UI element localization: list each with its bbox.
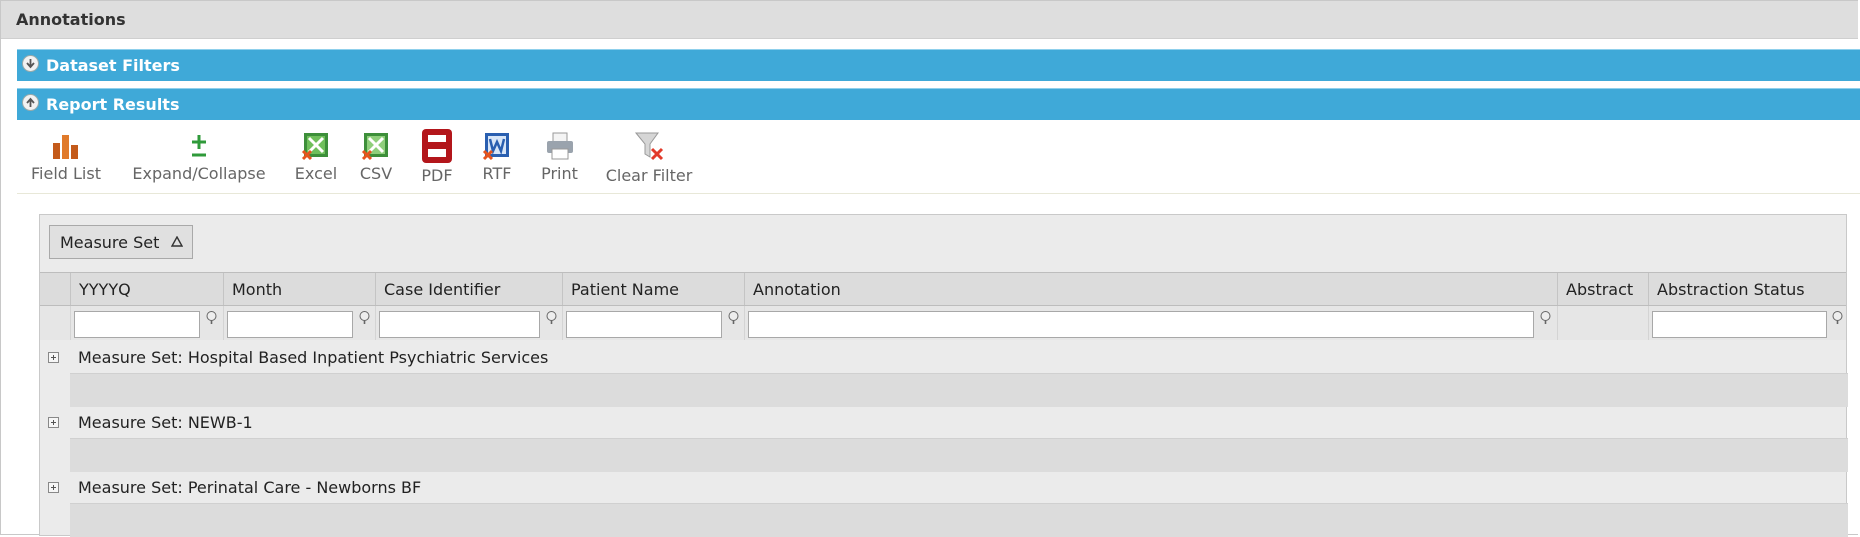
column-header-row: YYYYQ Month Case Identifier Patient Name… [40, 272, 1846, 306]
yyyyq-filter-input[interactable] [74, 311, 200, 338]
panel-title: Annotations [16, 10, 126, 29]
filter-cell-annotation [744, 306, 1557, 340]
group-body [70, 503, 1848, 537]
filter-icon[interactable] [1831, 311, 1844, 325]
expand-collapse-button[interactable]: Expand/Collapse [129, 121, 269, 193]
dataset-filters-header[interactable]: Dataset Filters [17, 49, 1860, 81]
filter-icon[interactable] [545, 311, 558, 325]
panel-title-bar: Annotations [1, 1, 1858, 39]
column-header-abstraction-status[interactable]: Abstraction Status [1648, 273, 1846, 305]
filter-icon[interactable] [205, 311, 218, 325]
column-header-label: Case Identifier [384, 280, 501, 299]
annotations-panel: Annotations Dataset Filters Report Resul… [0, 0, 1860, 537]
filter-icon[interactable] [727, 311, 740, 325]
filter-row [40, 306, 1846, 340]
report-results-label: Report Results [46, 95, 180, 114]
results-grid: Measure Set YYYYQ Month Case Identifier … [39, 214, 1848, 537]
group-row[interactable]: Measure Set: Hospital Based Inpatient Ps… [40, 343, 1846, 373]
group-row-label: Measure Set: NEWB-1 [78, 413, 253, 432]
print-icon [546, 132, 573, 160]
field-list-button[interactable]: Field List [31, 121, 101, 193]
print-label: Print [541, 164, 578, 183]
rtf-export-button[interactable]: RTF [472, 121, 522, 193]
expand-plus-icon[interactable] [48, 417, 59, 428]
group-row-label: Measure Set: Hospital Based Inpatient Ps… [78, 348, 549, 367]
column-header-label: Abstract [1566, 280, 1634, 299]
excel-label: Excel [294, 164, 338, 183]
column-header-yyyyq[interactable]: YYYYQ [70, 273, 223, 305]
csv-export-button[interactable]: CSV [351, 121, 401, 193]
expand-down-icon[interactable] [22, 55, 39, 72]
column-header-label: Month [232, 280, 283, 299]
expand-collapse-icon [192, 135, 206, 157]
print-button[interactable]: Print [532, 121, 587, 193]
month-filter-input[interactable] [227, 311, 353, 338]
rtf-icon [482, 133, 509, 161]
report-toolbar: Field List Expand/Collapse Excel CSV PDF… [17, 121, 1860, 194]
filter-icon[interactable] [358, 311, 371, 325]
collapse-up-icon[interactable] [22, 94, 39, 111]
column-header-label: Abstraction Status [1657, 280, 1805, 299]
column-header-label: YYYYQ [79, 280, 131, 299]
sort-ascending-icon [171, 236, 183, 247]
csv-label: CSV [359, 164, 393, 183]
abstraction-status-filter-input[interactable] [1652, 311, 1827, 338]
column-header-label: Annotation [753, 280, 841, 299]
excel-export-button[interactable]: Excel [291, 121, 341, 193]
dataset-filters-label: Dataset Filters [46, 56, 180, 75]
excel-icon [301, 133, 328, 161]
clear-filter-button[interactable]: Clear Filter [603, 121, 695, 193]
patient-name-filter-input[interactable] [566, 311, 722, 338]
clear-filter-icon [634, 132, 664, 161]
group-body [70, 373, 1848, 407]
pdf-export-button[interactable]: PDF [412, 121, 462, 193]
field-list-label: Field List [31, 164, 101, 183]
pdf-label: PDF [421, 166, 453, 185]
filter-cell-abstract [1557, 306, 1648, 340]
filter-icon[interactable] [1539, 311, 1552, 325]
filter-cell-patient-name [562, 306, 744, 340]
clear-filter-label: Clear Filter [605, 166, 693, 185]
group-by-chip[interactable]: Measure Set [49, 225, 193, 259]
csv-icon [361, 133, 388, 161]
field-list-icon [53, 135, 78, 159]
group-row[interactable]: Measure Set: NEWB-1 [40, 408, 1846, 438]
expand-plus-icon[interactable] [48, 482, 59, 493]
column-header-annotation[interactable]: Annotation [744, 273, 1557, 305]
filter-cell-abstraction-status [1648, 306, 1846, 340]
expand-collapse-label: Expand/Collapse [132, 164, 266, 183]
expand-plus-icon[interactable] [48, 352, 59, 363]
column-header-abstract[interactable]: Abstract [1557, 273, 1648, 305]
column-header-month[interactable]: Month [223, 273, 375, 305]
report-results-header[interactable]: Report Results [17, 88, 1860, 120]
column-header-case-identifier[interactable]: Case Identifier [375, 273, 562, 305]
case-identifier-filter-input[interactable] [379, 311, 540, 338]
filter-cell-yyyyq [70, 306, 223, 340]
group-by-label: Measure Set [60, 233, 160, 252]
group-row-label: Measure Set: Perinatal Care - Newborns B… [78, 478, 422, 497]
annotation-filter-input[interactable] [748, 311, 1534, 338]
pdf-icon [422, 129, 452, 163]
filter-cell-month [223, 306, 375, 340]
group-body [70, 438, 1848, 472]
column-header-label: Patient Name [571, 280, 679, 299]
filter-cell-case-identifier [375, 306, 562, 340]
column-header-patient-name[interactable]: Patient Name [562, 273, 744, 305]
rtf-label: RTF [482, 164, 512, 183]
group-row[interactable]: Measure Set: Perinatal Care - Newborns B… [40, 473, 1846, 503]
